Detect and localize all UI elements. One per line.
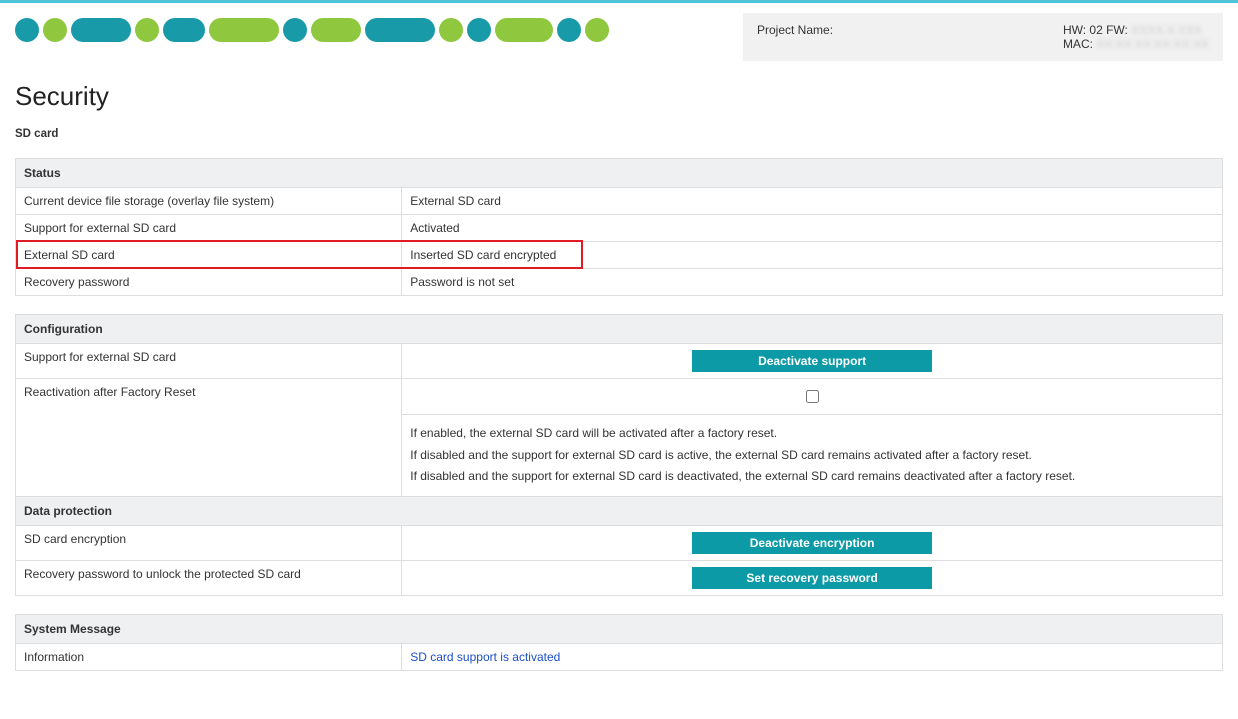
status-label: Support for external SD card — [16, 215, 402, 242]
desc-line: If disabled and the support for external… — [410, 466, 1214, 488]
system-message-table: System Message Information SD card suppo… — [15, 614, 1223, 671]
hw-value: 02 — [1089, 23, 1102, 37]
configuration-head: Configuration — [16, 315, 1223, 344]
page-body: Security SD card Status Current device f… — [0, 61, 1238, 719]
header-row: Project Name: HW: 02 FW: XXXX.X.XXX MAC:… — [0, 3, 1238, 61]
table-row: Reactivation after Factory Reset If enab… — [16, 379, 1223, 497]
data-protection-head: Data protection — [16, 496, 1223, 525]
status-head: Status — [16, 159, 1223, 188]
deactivate-support-button[interactable]: Deactivate support — [692, 350, 932, 372]
mac-label: MAC: — [1063, 37, 1093, 51]
table-row: Recovery password to unlock the protecte… — [16, 560, 1223, 595]
status-label: External SD card — [16, 242, 402, 269]
status-label: Current device file storage (overlay fil… — [16, 188, 402, 215]
page-subtitle: SD card — [15, 128, 1223, 140]
status-table: Status Current device file storage (over… — [15, 158, 1223, 296]
fw-value: XXXX.X.XXX — [1131, 23, 1202, 37]
system-message-head: System Message — [16, 614, 1223, 643]
deactivate-encryption-button[interactable]: Deactivate encryption — [692, 532, 932, 554]
desc-line: If disabled and the support for external… — [410, 445, 1214, 467]
set-recovery-password-button[interactable]: Set recovery password — [692, 567, 932, 589]
project-name-row: Project Name: — [757, 23, 1043, 51]
status-section-wrap: Status Current device file storage (over… — [15, 158, 1223, 296]
status-value: Password is not set — [402, 269, 1223, 296]
status-label: Recovery password — [16, 269, 402, 296]
mac-value: XX:XX:XX:XX:XX:XX — [1096, 37, 1209, 51]
table-row: Recovery password Password is not set — [16, 269, 1223, 296]
system-message-value: SD card support is activated — [402, 643, 1223, 670]
table-row: Current device file storage (overlay fil… — [16, 188, 1223, 215]
table-row: Information SD card support is activated — [16, 643, 1223, 670]
project-name-label: Project Name: — [757, 23, 833, 37]
reactivation-checkbox[interactable] — [806, 390, 819, 403]
table-row: Support for external SD card Activated — [16, 215, 1223, 242]
sd-encryption-label: SD card encryption — [16, 525, 402, 560]
page-title: Security — [15, 81, 1223, 112]
status-value: External SD card — [402, 188, 1223, 215]
mac-row: MAC: XX:XX:XX:XX:XX:XX — [1063, 37, 1209, 51]
logo-blobs — [15, 18, 609, 42]
support-external-sd-label: Support for external SD card — [16, 344, 402, 379]
desc-line: If enabled, the external SD card will be… — [410, 423, 1214, 445]
table-row: SD card encryption Deactivate encryption — [16, 525, 1223, 560]
system-message-label: Information — [16, 643, 402, 670]
table-row: External SD card Inserted SD card encryp… — [16, 242, 1223, 269]
hw-label: HW: — [1063, 23, 1086, 37]
fw-label: FW: — [1106, 23, 1128, 37]
project-info-box: Project Name: HW: 02 FW: XXXX.X.XXX MAC:… — [743, 13, 1223, 61]
configuration-table: Configuration Support for external SD ca… — [15, 314, 1223, 596]
recovery-password-label: Recovery password to unlock the protecte… — [16, 560, 402, 595]
status-value: Inserted SD card encrypted — [402, 242, 1223, 269]
reactivation-label: Reactivation after Factory Reset — [16, 379, 402, 497]
table-row: Support for external SD card Deactivate … — [16, 344, 1223, 379]
reactivation-description: If enabled, the external SD card will be… — [402, 414, 1222, 496]
status-value: Activated — [402, 215, 1223, 242]
hw-fw-row: HW: 02 FW: XXXX.X.XXX — [1063, 23, 1209, 37]
